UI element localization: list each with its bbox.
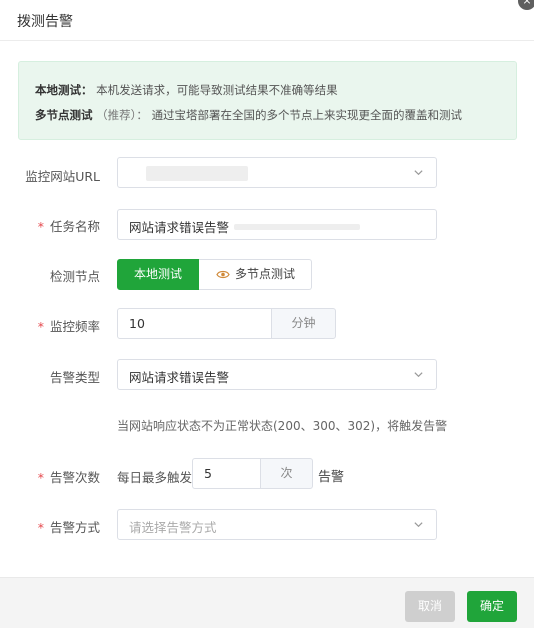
alert-count-input[interactable]: 5	[192, 458, 261, 489]
task-name-label-text: 任务名称	[49, 219, 100, 234]
task-name-input[interactable]: 网站请求错误告警	[117, 209, 437, 240]
alert-method-label-text: 告警方式	[49, 520, 100, 535]
url-label: 监控网站URL	[0, 166, 100, 185]
node-multi-button[interactable]: 多节点测试	[199, 259, 312, 290]
alert-count-value: 5	[204, 466, 212, 481]
node-local-button[interactable]: 本地测试	[117, 259, 199, 290]
detect-node-label: 检测节点	[0, 266, 100, 285]
frequency-label-text: 监控频率	[49, 319, 100, 334]
frequency-unit: 分钟	[271, 308, 336, 339]
required-mark: *	[37, 219, 44, 234]
alert-method-placeholder: 请选择告警方式	[129, 520, 217, 535]
dialog-header: 拨测告警	[0, 0, 534, 41]
alert-method-select[interactable]: 请选择告警方式	[117, 509, 437, 540]
eye-icon	[216, 270, 230, 279]
task-name-value: 网站请求错误告警	[129, 220, 230, 235]
alert-type-label: 告警类型	[0, 367, 100, 386]
alert-type-hint: 当网站响应状态不为正常状态(200、300、302)，将触发告警	[117, 419, 448, 433]
detect-node-label-text: 检测节点	[49, 269, 100, 284]
alert-method-label: * 告警方式	[0, 517, 100, 536]
frequency-label: * 监控频率	[0, 316, 100, 335]
redacted-url	[146, 166, 248, 181]
task-name-label: * 任务名称	[0, 216, 100, 235]
chevron-down-icon	[414, 522, 423, 528]
dialog-title: 拨测告警	[17, 14, 73, 30]
notice-multi-title: 多节点测试	[35, 108, 93, 122]
info-notice: 本地测试： 本机发送请求，可能导致测试结果不准确等结果 多节点测试 （推荐）： …	[18, 61, 517, 140]
notice-local-title: 本地测试：	[35, 83, 93, 97]
alert-count-prefix: 每日最多触发	[117, 470, 193, 485]
frequency-input[interactable]: 10	[117, 308, 272, 339]
alert-count-unit: 次	[260, 458, 313, 489]
redacted-task-suffix	[234, 224, 360, 230]
notice-local-text: 本机发送请求，可能导致测试结果不准确等结果	[96, 83, 338, 97]
cancel-button[interactable]: 取消	[405, 591, 455, 622]
url-label-text: 监控网站URL	[25, 169, 100, 184]
alert-count-suffix: 告警	[318, 470, 345, 485]
frequency-value: 10	[129, 316, 145, 331]
required-mark: *	[37, 319, 44, 334]
notice-line-multi: 多节点测试 （推荐）： 通过宝塔部署在全国的多个节点上来实现更全面的覆盖和测试	[35, 107, 462, 123]
alert-type-select[interactable]: 网站请求错误告警	[117, 359, 437, 390]
chevron-down-icon	[414, 372, 423, 378]
dial-test-alert-dialog: 拨测告警 × 本地测试： 本机发送请求，可能导致测试结果不准确等结果 多节点测试…	[0, 0, 534, 628]
alert-count-label: * 告警次数	[0, 467, 100, 486]
notice-multi-text: 通过宝塔部署在全国的多个节点上来实现更全面的覆盖和测试	[151, 108, 463, 122]
required-mark: *	[37, 520, 44, 535]
chevron-down-icon	[414, 170, 423, 176]
url-select[interactable]	[117, 157, 437, 188]
alert-type-label-text: 告警类型	[49, 370, 100, 385]
dialog-footer: 取消 确定	[0, 577, 534, 628]
confirm-button[interactable]: 确定	[467, 591, 517, 622]
node-multi-label: 多节点测试	[235, 267, 296, 281]
required-mark: *	[37, 470, 44, 485]
notice-multi-paren: （推荐）：	[96, 108, 148, 122]
notice-line-local: 本地测试： 本机发送请求，可能导致测试结果不准确等结果	[35, 82, 338, 98]
alert-type-value: 网站请求错误告警	[129, 370, 230, 385]
alert-count-label-text: 告警次数	[49, 470, 100, 485]
